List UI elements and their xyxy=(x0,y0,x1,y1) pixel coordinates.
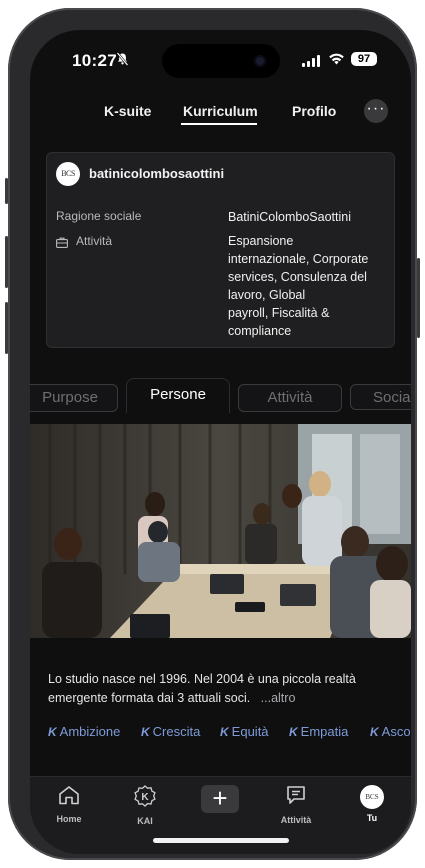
k-logo-icon: K xyxy=(220,725,229,739)
cellular-signal-icon xyxy=(302,55,322,67)
attivita-line: payroll, Fiscalità & xyxy=(228,306,330,320)
tab-kai-label: KAI xyxy=(137,816,153,826)
attivita-line: services, Consulenza del xyxy=(228,270,367,284)
tab-home[interactable]: Home xyxy=(39,785,99,824)
briefcase-icon xyxy=(56,235,68,248)
value-empatia[interactable]: K Empatia xyxy=(289,724,348,739)
tab-attivita-nav[interactable]: Attività xyxy=(266,785,326,825)
company-description: Lo studio nasce nel 1996. Nel 2004 è una… xyxy=(48,670,393,708)
tab-tu[interactable]: BCS Tu xyxy=(342,785,402,823)
company-values: K Ambizione K Crescita K Equità K Empatia KA… xyxy=(30,724,411,744)
k-logo-icon: K xyxy=(141,725,150,739)
kai-badge-icon: K xyxy=(134,785,156,811)
power-button xyxy=(417,258,420,338)
active-tab-indicator xyxy=(181,123,257,125)
wifi-icon xyxy=(328,52,345,67)
dynamic-island xyxy=(162,44,280,78)
value-ambizione[interactable]: K Ambizione xyxy=(48,724,120,739)
action-button xyxy=(5,178,8,204)
tab-k-suite[interactable]: K-suite xyxy=(104,103,151,119)
value-crescita[interactable]: K Crescita xyxy=(141,724,200,739)
screen: 10:27 97 K-suite Kurriculum Profilo ··· … xyxy=(30,30,411,854)
more-options-button[interactable]: ··· xyxy=(364,99,388,123)
message-icon xyxy=(285,786,307,810)
home-icon xyxy=(58,786,80,809)
tab-profilo[interactable]: Profilo xyxy=(292,103,336,119)
silent-bell-icon xyxy=(116,52,129,69)
team-photo[interactable] xyxy=(30,424,411,638)
volume-down-button xyxy=(5,302,8,354)
attivita-label: Attività xyxy=(76,234,113,248)
tab-kurriculum[interactable]: Kurriculum xyxy=(183,103,258,119)
description-text: Lo studio nasce nel 1996. Nel 2004 è una… xyxy=(48,672,356,705)
value-ascolto[interactable]: KAscolto xyxy=(370,724,411,739)
volume-up-button xyxy=(5,236,8,288)
tab-kai[interactable]: K KAI xyxy=(115,785,175,826)
tab-tu-label: Tu xyxy=(366,813,378,823)
tab-purpose[interactable]: Purpose xyxy=(30,384,118,412)
ragione-sociale-label: Ragione sociale xyxy=(56,209,142,223)
tab-home-label: Home xyxy=(56,814,82,824)
section-tabs: Purpose Persone Attività Social xyxy=(30,378,411,418)
ragione-sociale-value: BatiniColomboSaottini xyxy=(228,210,351,224)
create-button[interactable]: + xyxy=(201,785,239,813)
attivita-line: compliance xyxy=(228,324,292,338)
home-indicator[interactable] xyxy=(153,838,289,843)
tab-persone[interactable]: Persone xyxy=(126,378,230,413)
k-logo-icon: K xyxy=(289,725,298,739)
tab-attivita[interactable]: Attività xyxy=(238,384,342,412)
kai-letter: K xyxy=(141,792,149,803)
avatar: BCS xyxy=(360,785,384,809)
top-navigation: K-suite Kurriculum Profilo ··· xyxy=(30,94,411,128)
tab-social[interactable]: Social xyxy=(350,384,411,410)
k-logo-icon: K xyxy=(370,725,379,739)
attivita-line: Espansione xyxy=(228,234,294,248)
k-logo-icon: K xyxy=(48,725,57,739)
company-name[interactable]: batinicolombosaottini xyxy=(89,166,224,181)
phone-frame: 10:27 97 K-suite Kurriculum Profilo ··· … xyxy=(5,8,420,860)
company-info-card: BCS batinicolombosaottini Ragione social… xyxy=(46,152,395,348)
status-time: 10:27 xyxy=(72,51,117,70)
camera-icon xyxy=(254,55,266,67)
attivita-line: lavoro, Global xyxy=(228,288,306,302)
battery-indicator: 97 xyxy=(351,52,377,66)
tab-attivita-label: Attività xyxy=(280,815,312,825)
status-bar: 10:27 97 xyxy=(30,30,411,84)
read-more-link[interactable]: ...altro xyxy=(261,691,296,705)
attivita-line: internazionale, Corporate xyxy=(228,252,369,266)
value-equita[interactable]: K Equità xyxy=(220,724,269,739)
attivita-value: Espansione internazionale, Corporate ser… xyxy=(228,232,388,340)
company-logo: BCS xyxy=(56,162,80,186)
